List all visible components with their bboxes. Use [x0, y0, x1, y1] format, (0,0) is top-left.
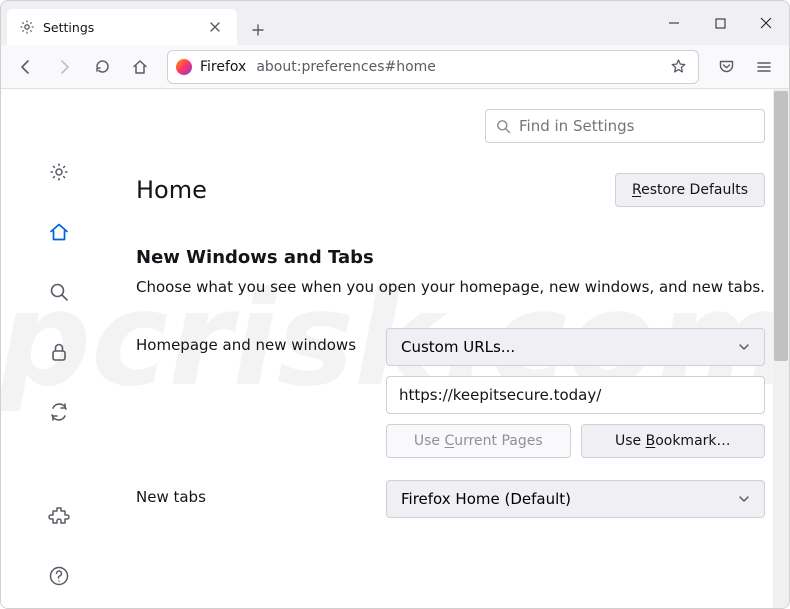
newtabs-value: Firefox Home (Default) — [401, 490, 571, 508]
sidebar-extensions-icon[interactable] — [41, 498, 77, 534]
scroll-thumb[interactable] — [774, 91, 788, 361]
newtabs-select[interactable]: Firefox Home (Default) — [386, 480, 765, 518]
sidebar-privacy-icon[interactable] — [41, 334, 77, 370]
restore-defaults-button[interactable]: Restore Defaults — [615, 173, 765, 207]
url-bar[interactable]: Firefox about:preferences#home — [167, 50, 699, 84]
close-button[interactable] — [743, 1, 789, 45]
home-button[interactable] — [123, 50, 157, 84]
main-panel: Home Restore Defaults New Windows and Ta… — [116, 89, 789, 608]
chevron-down-icon — [738, 493, 750, 505]
use-current-pages-button[interactable]: Use Current Pages — [386, 424, 571, 458]
section-title: New Windows and Tabs — [136, 247, 765, 268]
firefox-icon — [176, 59, 192, 75]
chevron-down-icon — [738, 341, 750, 353]
sidebar-search-icon[interactable] — [41, 274, 77, 310]
reload-button[interactable] — [85, 50, 119, 84]
url-text: Firefox about:preferences#home — [200, 59, 436, 75]
homepage-mode-select[interactable]: Custom URLs... — [386, 328, 765, 366]
sidebar-sync-icon[interactable] — [41, 394, 77, 430]
homepage-mode-value: Custom URLs... — [401, 338, 515, 356]
tab-title: Settings — [43, 20, 197, 35]
maximize-button[interactable] — [697, 1, 743, 45]
page-title: Home — [136, 176, 207, 204]
settings-search-input[interactable] — [519, 117, 754, 135]
new-tab-button[interactable] — [243, 15, 273, 45]
settings-search[interactable] — [485, 109, 765, 143]
bookmark-star-icon[interactable] — [666, 55, 690, 79]
use-bookmark-button[interactable]: Use Bookmark… — [581, 424, 766, 458]
active-tab[interactable]: Settings — [7, 9, 237, 45]
minimize-button[interactable] — [651, 1, 697, 45]
search-icon — [496, 119, 511, 134]
section-description: Choose what you see when you open your h… — [136, 278, 765, 296]
gear-icon — [19, 19, 35, 35]
menu-button[interactable] — [747, 50, 781, 84]
sidebar — [1, 89, 116, 608]
forward-button[interactable] — [47, 50, 81, 84]
newtabs-label: New tabs — [136, 480, 366, 506]
sidebar-home-icon[interactable] — [41, 214, 77, 250]
tab-close-icon[interactable] — [205, 17, 225, 37]
homepage-label: Homepage and new windows — [136, 328, 366, 354]
sidebar-general-icon[interactable] — [41, 154, 77, 190]
scrollbar[interactable] — [773, 89, 789, 608]
pocket-icon[interactable] — [709, 50, 743, 84]
sidebar-help-icon[interactable] — [41, 558, 77, 594]
titlebar: Settings — [1, 1, 789, 45]
homepage-url-input[interactable] — [386, 376, 765, 414]
toolbar: Firefox about:preferences#home — [1, 45, 789, 89]
back-button[interactable] — [9, 50, 43, 84]
